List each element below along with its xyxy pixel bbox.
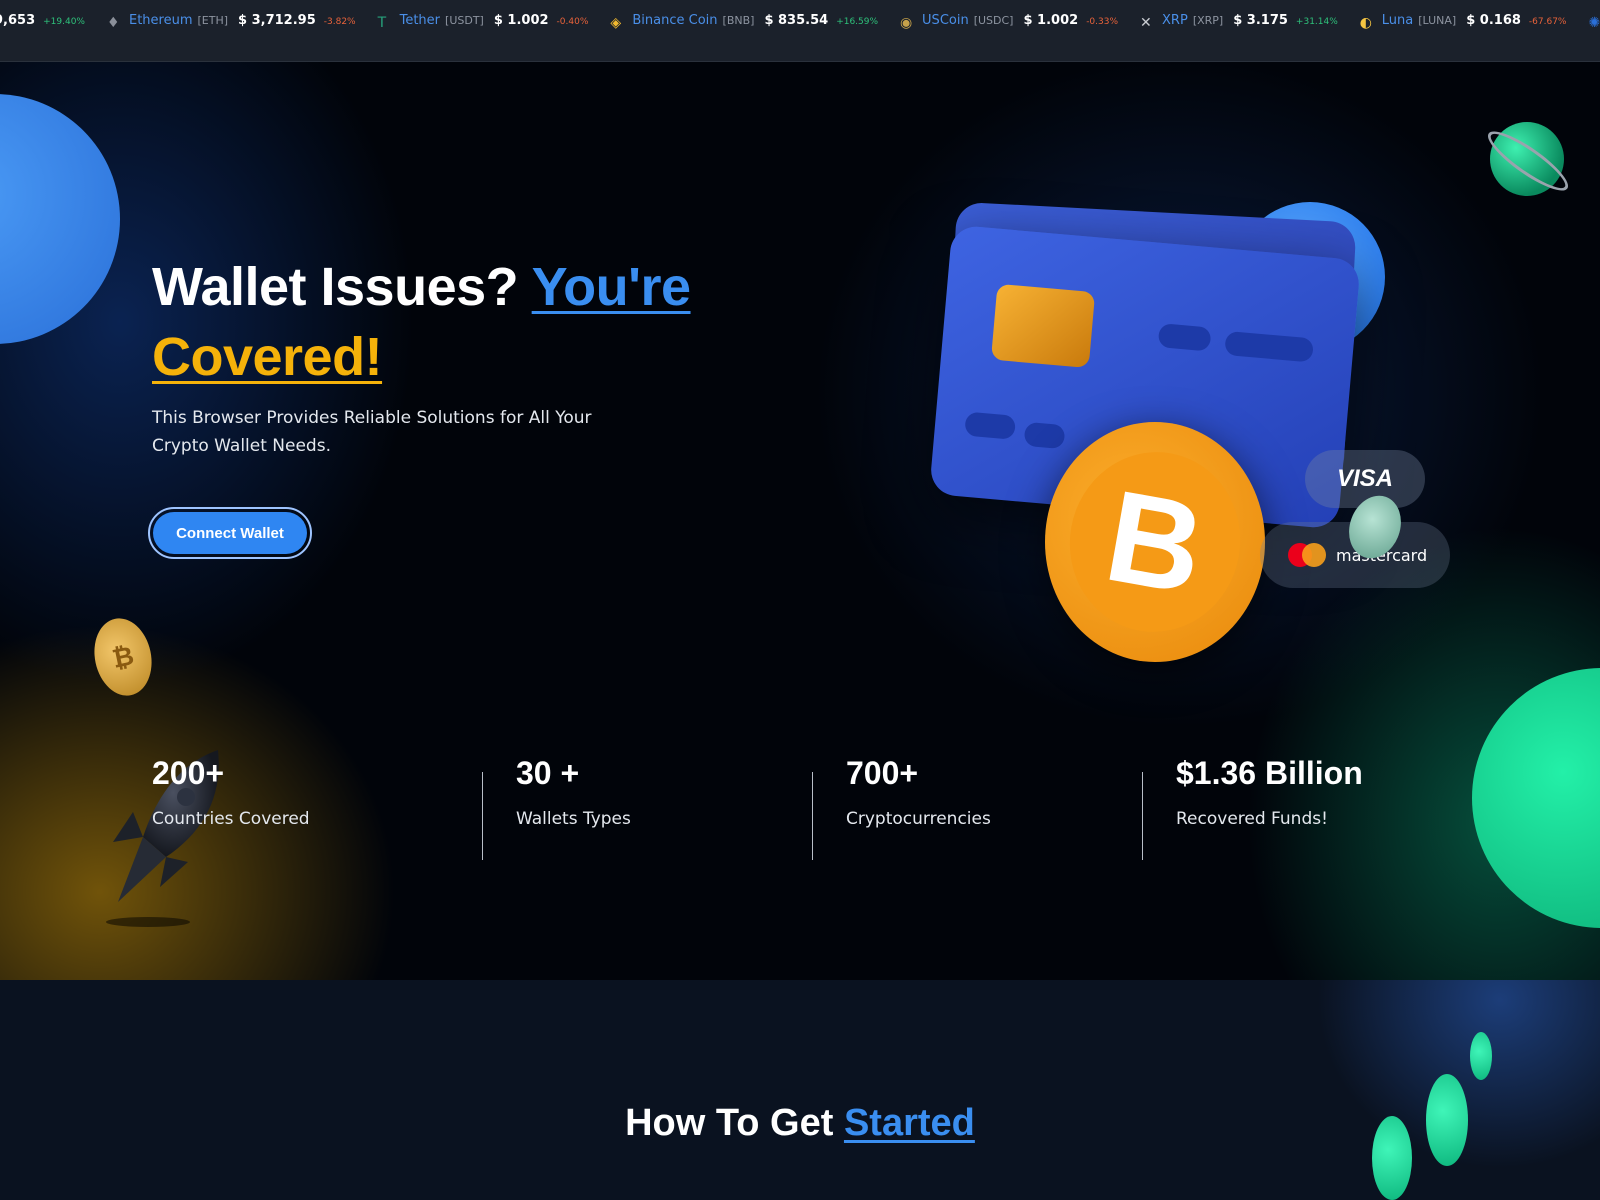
stat-cryptocurrencies: 700+ Cryptocurrencies <box>846 755 991 843</box>
hero-subtitle: This Browser Provides Reliable Solutions… <box>152 408 592 456</box>
ticker-coin-price: $ 3,712.95 <box>238 13 316 28</box>
stat-divider <box>812 772 813 860</box>
hero-heading-text: Wallet Issues? <box>152 257 532 317</box>
ticker-coin-symbol: [XRP] <box>1192 14 1224 27</box>
connect-wallet-label: Connect Wallet <box>153 512 307 554</box>
section-heading: How To Get Started <box>0 1102 1600 1145</box>
bitcoin-coin-icon: B <box>1045 422 1265 662</box>
stat-label: Recovered Funds! <box>1176 809 1328 829</box>
ethereum-icon: ♦ <box>106 15 120 31</box>
ticker-coin-price: $ 0.168 <box>1466 13 1521 28</box>
ticker-coin-price: 9,653 <box>0 12 36 28</box>
ticker-item[interactable]: 9,653 +19.40% <box>0 13 85 28</box>
ticker-coin-symbol: [USDC] <box>973 14 1014 27</box>
stat-divider <box>482 772 483 860</box>
ticker-coin-symbol: [USDT] <box>445 14 484 27</box>
stat-wallet-types: 30 + Wallets Types <box>516 755 631 843</box>
how-to-get-started-section: How To Get Started <box>0 980 1600 1200</box>
luna-icon: ◐ <box>1359 15 1372 31</box>
ticker-coin-name: Tether <box>399 13 441 28</box>
ticker-item[interactable]: ✕ XRP [XRP] $ 3.175 +31.14% <box>1140 12 1338 31</box>
ticker-track: 9,653 +19.40% ♦ Ethereum [ETH] $ 3,712.95 -3.8… <box>0 12 1600 32</box>
mastercard-logo-icon <box>1288 543 1328 567</box>
ticker-coin-symbol: [ETH] <box>197 14 229 27</box>
ticker-coin-price: $ 835.54 <box>764 13 829 28</box>
stat-value: $1.36 Billion <box>1176 755 1363 791</box>
stat-countries: 200+ Countries Covered <box>152 755 310 843</box>
ticker-coin-name: XRP <box>1162 13 1188 28</box>
ticker-item[interactable]: ◐ Luna [LUNA] $ 0.168 -67.67% <box>1359 12 1567 31</box>
section-heading-text: How To Get <box>625 1102 844 1144</box>
gold-bitcoin-coin-icon: ₿ <box>87 613 159 701</box>
cardano-icon: ✺ <box>1588 15 1600 31</box>
ticker-item[interactable]: ◉ USCoin [USDC] $ 1.002 -0.33% <box>900 12 1119 31</box>
ticker-coin-change: -67.67% <box>1528 17 1567 27</box>
bitcoin-symbol: B <box>1055 438 1255 646</box>
connect-wallet-button[interactable]: Connect Wallet <box>148 507 312 559</box>
section-heading-highlight: Started <box>843 1102 975 1144</box>
ticker-coin-name: Luna <box>1381 13 1414 28</box>
hero-section: ₿ Wallet Issues? You're Covered! This Br… <box>0 62 1600 980</box>
stat-label: Countries Covered <box>152 809 310 829</box>
binance-icon: ◈ <box>610 15 622 31</box>
ticker-coin-symbol: [LUNA] <box>1418 14 1457 27</box>
crypto-price-ticker: 9,653 +19.40% ♦ Ethereum [ETH] $ 3,712.95 -3.8… <box>0 0 1600 62</box>
ticker-item[interactable]: ◈ Binance Coin [BNB] $ 835.54 +16.59% <box>610 12 879 31</box>
green-orb-decoration <box>1472 668 1600 928</box>
green-coin-icon <box>1470 1032 1492 1080</box>
hero-heading-highlight-blue: You're <box>531 257 691 317</box>
hero-heading: Wallet Issues? You're Covered! <box>152 252 772 392</box>
ticker-coin-change: +19.40% <box>43 16 85 27</box>
stat-value: 700+ <box>846 755 919 791</box>
blue-orb-decoration <box>0 94 120 344</box>
ticker-coin-name: Binance Coin <box>632 13 718 28</box>
stat-value: 200+ <box>152 755 225 791</box>
usdc-icon: ◉ <box>900 15 913 31</box>
xrp-icon: ✕ <box>1140 15 1152 31</box>
ticker-coin-change: -3.82% <box>323 17 356 27</box>
ticker-item[interactable]: T Tether [USDT] $ 1.002 -0.40% <box>377 12 589 31</box>
ticker-coin-change: +16.59% <box>836 17 879 27</box>
ticker-coin-symbol: [BNB] <box>722 14 755 27</box>
ticker-coin-name: Ethereum <box>128 13 193 28</box>
ticker-coin-change: -0.40% <box>556 17 589 27</box>
ticker-coin-price: $ 1.002 <box>1023 13 1079 28</box>
stat-label: Cryptocurrencies <box>846 809 991 829</box>
ticker-coin-change: +31.14% <box>1295 17 1338 27</box>
tether-icon: T <box>377 15 387 31</box>
stat-value: 30 + <box>516 755 580 791</box>
stat-recovered-funds: $1.36 Billion Recovered Funds! <box>1176 755 1363 843</box>
ticker-item[interactable]: ✺Cardano[ADA]$ 0.8 <box>1588 12 1600 31</box>
ticker-coin-change: -0.33% <box>1086 17 1119 27</box>
ticker-coin-price: $ 3.175 <box>1233 13 1288 28</box>
ticker-coin-name: USCoin <box>922 13 969 28</box>
ticker-item[interactable]: ♦ Ethereum [ETH] $ 3,712.95 -3.82% <box>106 12 356 31</box>
stat-divider <box>1142 772 1143 860</box>
ticker-coin-price: $ 1.002 <box>493 13 549 28</box>
card-chip-icon <box>990 283 1096 369</box>
stat-label: Wallets Types <box>516 809 631 829</box>
card-illustration: B VISA mastercard <box>929 201 1450 662</box>
hero-heading-highlight-yellow: Covered! <box>152 327 383 387</box>
